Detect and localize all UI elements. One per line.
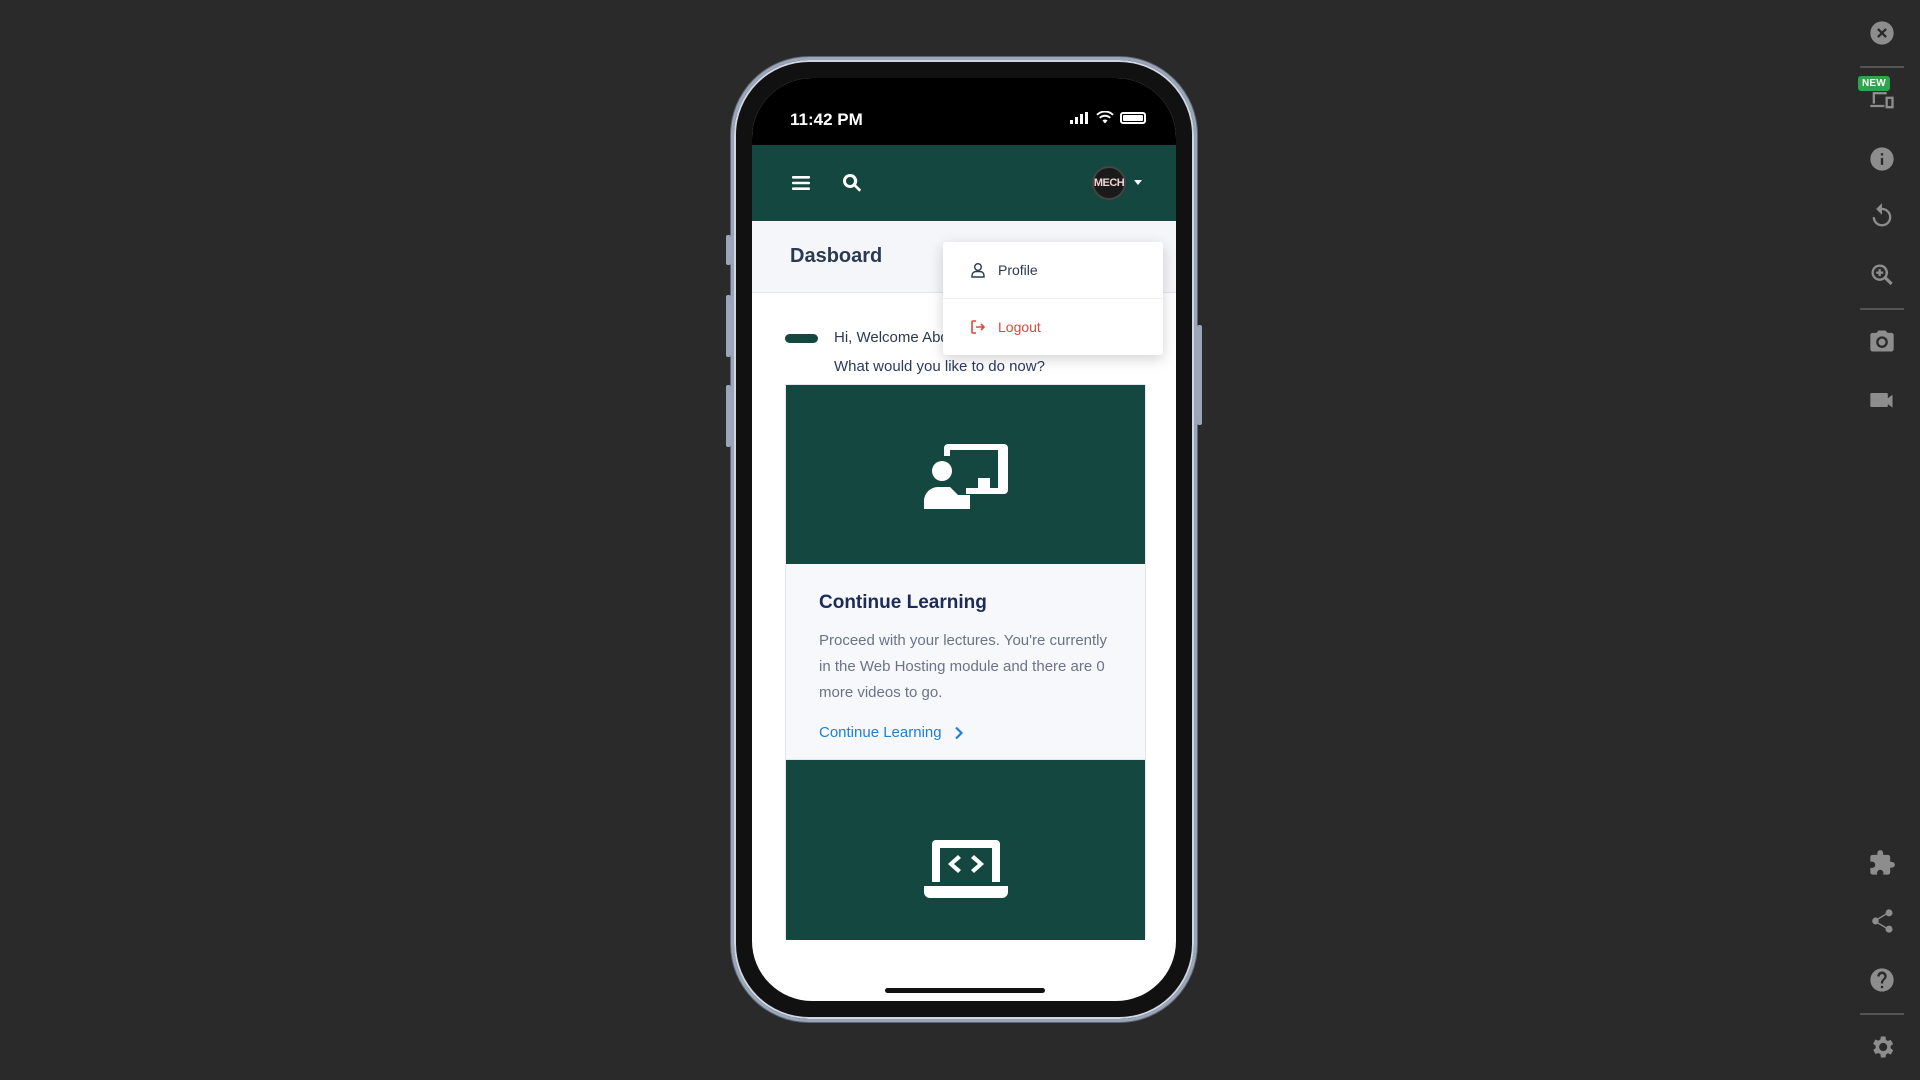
page-title: Dasboard xyxy=(790,245,883,267)
menu-icon[interactable] xyxy=(789,171,813,195)
card-title: Continue Learning xyxy=(819,592,987,613)
info-icon xyxy=(1870,147,1894,171)
help-button[interactable] xyxy=(1862,960,1902,1000)
settings-button[interactable] xyxy=(1862,1027,1902,1067)
divider xyxy=(1860,1013,1904,1015)
info-button[interactable] xyxy=(1862,139,1902,179)
wifi-icon xyxy=(1096,111,1114,124)
dynamic-island xyxy=(927,92,1007,120)
home-indicator xyxy=(885,988,1045,993)
card-media xyxy=(786,760,1145,940)
logout-icon xyxy=(971,320,986,334)
presentation-icon xyxy=(923,443,1008,509)
emulator-toolbar: NEW xyxy=(1844,0,1920,1080)
dropdown-item-logout[interactable]: Logout xyxy=(943,299,1163,355)
card-media xyxy=(786,385,1145,564)
card-body: Continue Learning Proceed with your lect… xyxy=(786,564,1145,772)
camera-icon xyxy=(1870,330,1894,352)
status-icons xyxy=(1070,111,1146,124)
zoom-in-icon xyxy=(1871,264,1893,286)
continue-learning-card: Continue Learning Proceed with your lect… xyxy=(785,384,1146,773)
status-time: 11:42 PM xyxy=(790,110,863,129)
help-icon xyxy=(1870,968,1894,992)
close-button[interactable] xyxy=(1862,13,1902,53)
volume-up-button xyxy=(726,295,731,357)
continue-learning-link[interactable]: Continue Learning xyxy=(819,724,964,741)
new-badge: NEW xyxy=(1858,76,1890,91)
phone-screen: 11:42 PM MECH Dasboard Hi, Welcome Abdul… xyxy=(752,78,1176,1001)
divider xyxy=(1860,66,1904,68)
zoom-in-button[interactable] xyxy=(1862,255,1902,295)
battery-icon xyxy=(1120,111,1146,124)
card-description: Proceed with your lectures. You're curre… xyxy=(819,632,1108,701)
app-header: MECH xyxy=(752,145,1176,221)
continue-learning-link-label: Continue Learning xyxy=(819,724,942,741)
phone-frame: 11:42 PM MECH Dasboard Hi, Welcome Abdul… xyxy=(726,57,1202,1022)
welcome-question: What would you like to do now? xyxy=(834,358,1045,375)
search-icon[interactable] xyxy=(840,171,864,195)
divider xyxy=(1860,308,1904,310)
volume-down-button xyxy=(726,385,731,447)
status-bar: 11:42 PM xyxy=(752,78,1176,145)
avatar[interactable]: MECH xyxy=(1092,166,1126,200)
share-button[interactable] xyxy=(1862,901,1902,941)
extensions-button[interactable] xyxy=(1862,843,1902,883)
signal-icon xyxy=(1070,111,1088,124)
rotate-icon xyxy=(1872,203,1892,227)
gear-icon xyxy=(1873,1036,1894,1058)
welcome-accent-bar xyxy=(785,334,818,343)
screenshot-button[interactable] xyxy=(1862,321,1902,361)
chevron-right-icon xyxy=(954,726,963,739)
dropdown-item-profile[interactable]: Profile xyxy=(943,242,1163,298)
record-button[interactable] xyxy=(1862,380,1902,420)
user-dropdown-menu: Profile Logout xyxy=(943,242,1163,355)
dropdown-item-label: Logout xyxy=(998,319,1041,335)
puzzle-icon xyxy=(1870,850,1895,875)
share-icon xyxy=(1872,909,1893,933)
user-icon xyxy=(971,263,985,278)
close-icon xyxy=(1870,21,1894,45)
video-icon xyxy=(1870,393,1893,408)
web-development-card xyxy=(785,759,1146,940)
mute-switch xyxy=(726,235,731,265)
rotate-button[interactable] xyxy=(1862,196,1902,236)
dropdown-item-label: Profile xyxy=(998,262,1038,278)
chevron-down-icon[interactable] xyxy=(1134,180,1142,185)
power-button xyxy=(1197,325,1202,425)
laptop-code-icon xyxy=(923,840,1008,898)
